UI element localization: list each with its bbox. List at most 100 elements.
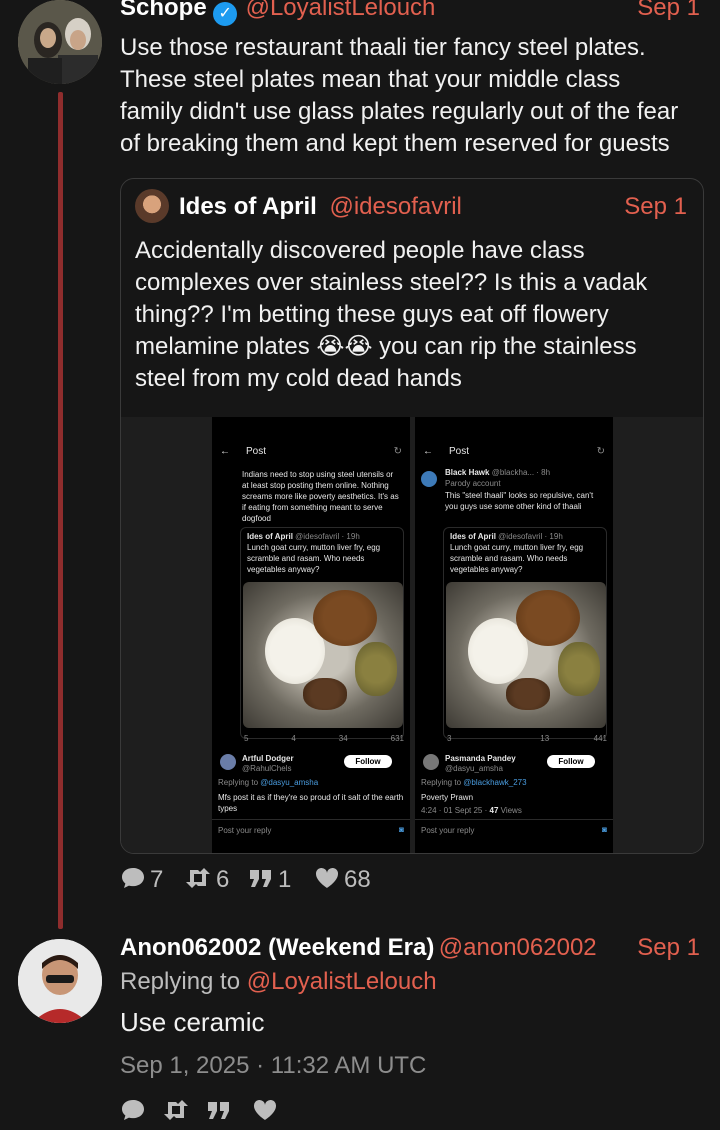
post-date[interactable]: Sep 1: [637, 0, 700, 22]
post-text-line: family didn't use glass plates regularly…: [120, 98, 679, 125]
reply-header: Anon062002 (Weekend Era) @anon062002: [120, 934, 597, 962]
screenshot-quote-handle: @idesofavril · 19h: [295, 532, 360, 541]
back-arrow-icon[interactable]: ←: [423, 446, 433, 457]
screenshot-quote-text: Lunch goat curry, mutton liver fry, egg …: [450, 543, 584, 574]
comment-button[interactable]: [120, 1098, 150, 1124]
camera-icon[interactable]: ◙: [602, 824, 607, 835]
like-count-button[interactable]: 68: [314, 866, 371, 894]
post-text-line: These steel plates mean that your middle…: [120, 66, 621, 93]
screenshot-reply-text: Mfs post it as if they're so proud of it…: [218, 793, 404, 813]
screenshot-header: Post: [449, 446, 470, 457]
quoted-post-card[interactable]: Ides of April @idesofavril Sep 1 Acciden…: [120, 178, 704, 854]
post-text: Use those restaurant thaali tier fancy s…: [120, 32, 710, 160]
back-arrow-icon[interactable]: ←: [220, 446, 230, 457]
quoted-author-handle[interactable]: @idesofavril: [329, 193, 461, 220]
screenshot-stat-views: 631: [390, 734, 404, 743]
follow-button[interactable]: Follow: [547, 755, 595, 768]
divider: [415, 819, 613, 820]
screenshot-reply-avatar: [423, 754, 439, 770]
quote-icon: [250, 870, 271, 887]
repost-button[interactable]: [162, 1098, 194, 1124]
reply-timestamp[interactable]: Sep 1, 2025 · 11:32 AM UTC: [120, 1052, 426, 1080]
screenshot-replying-to: Replying to @blackhawk_273: [421, 778, 527, 787]
screenshot-quote-author: Ides of April: [450, 532, 496, 541]
screenshot-stat-replies: 3: [447, 734, 452, 743]
quote-button[interactable]: [206, 1098, 236, 1124]
screenshot-quote-text: Lunch goat curry, mutton liver fry, egg …: [247, 543, 381, 574]
thread-line: [58, 92, 63, 929]
author-handle[interactable]: @LoyalistLelouch: [246, 0, 436, 21]
post-text-line: Use those restaurant thaali tier fancy s…: [120, 34, 646, 61]
screenshot-top-text: Indians need to stop using steel utensil…: [242, 470, 399, 523]
screenshot-stat-likes: 34: [338, 734, 348, 743]
parody-label: Parody account: [445, 479, 501, 488]
quote-icon: [208, 1102, 229, 1119]
like-button[interactable]: [252, 1098, 282, 1124]
screenshot-stats: 5 4 34 631: [244, 733, 404, 744]
heart-icon: [253, 1099, 277, 1120]
quoted-text: Accidentally discovered people have clas…: [135, 235, 695, 395]
screenshot-timestamp: 4:24 · 01 Sept 25 · 47 Views: [421, 806, 522, 815]
comment-icon: [122, 868, 144, 888]
reply-text: Use ceramic: [120, 1007, 265, 1037]
comment-icon: [122, 1100, 144, 1120]
screenshot-quote-header: Ides of April @idesofavril · 19h: [247, 531, 360, 542]
screenshot-stat-replies: 5: [244, 734, 249, 743]
screenshot-author-avatar: [421, 471, 437, 487]
screenshot-header: Post: [246, 446, 267, 457]
replying-to-handle[interactable]: @LoyalistLelouch: [247, 968, 437, 995]
reply-actions: [0, 1098, 720, 1126]
quoted-date[interactable]: Sep 1: [624, 193, 687, 221]
repost-icon: [186, 868, 210, 888]
screenshot-quote-author: Ides of April: [247, 532, 293, 541]
author-name[interactable]: Schope: [120, 0, 207, 21]
post-text-line: of breaking them and kept them reserved …: [120, 130, 670, 157]
post-header: Schope ✓ @LoyalistLelouch: [120, 0, 435, 26]
screenshot-quote: Ides of April @idesofavril · 19h Lunch g…: [443, 527, 607, 739]
screenshot-reply-box[interactable]: Post your reply: [421, 825, 474, 836]
thaali-image: [243, 582, 403, 728]
screenshot-stat-reposts: 4: [291, 734, 296, 743]
screenshot-reply-avatar: [220, 754, 236, 770]
quoted-text-line: thing?? I'm betting these guys eat off f…: [135, 301, 609, 328]
screenshot-top-text: This "steel thaali" looks so repulsive, …: [445, 491, 594, 511]
screenshot-reply-handle: @dasyu_amsha: [445, 764, 503, 773]
quoted-author-name[interactable]: Ides of April: [179, 193, 317, 220]
replying-to: Replying to @LoyalistLelouch: [120, 968, 437, 995]
screenshot-quote-header: Ides of April @idesofavril · 19h: [450, 531, 563, 542]
screenshot-stat-views: 441: [593, 734, 607, 743]
quoted-text-line: Accidentally discovered people have clas…: [135, 237, 585, 264]
screenshot-right[interactable]: ← Post ↻ Black Hawk @blackha... · 8h Par…: [415, 417, 613, 853]
screenshot-left[interactable]: ← Post ↻ Indians need to stop using stee…: [212, 417, 410, 853]
quoted-avatar[interactable]: [135, 189, 169, 223]
camera-icon[interactable]: ◙: [399, 824, 404, 835]
repost-icon: [164, 1100, 188, 1120]
refresh-icon[interactable]: ↻: [394, 446, 402, 457]
screenshot-reply-box[interactable]: Post your reply: [218, 825, 271, 836]
screenshot-stat-likes: 13: [540, 734, 550, 743]
avatar[interactable]: [18, 939, 102, 1023]
reply-count-button[interactable]: 7: [120, 866, 163, 894]
quoted-header: Ides of April @idesofavril: [179, 193, 462, 221]
quote-count-button[interactable]: 1: [248, 866, 291, 894]
repost-count-button[interactable]: 6: [184, 866, 229, 894]
post-stats: 7 6 1 68: [0, 866, 720, 898]
screenshot-quote-handle: @idesofavril · 19h: [498, 532, 563, 541]
screenshot-reply-handle: @RahulChels: [242, 764, 292, 773]
follow-button[interactable]: Follow: [344, 755, 392, 768]
quoted-text-line: steel from my cold dead hands: [135, 365, 462, 392]
reply-author-name[interactable]: Anon062002 (Weekend Era): [120, 934, 434, 961]
screenshot-replying-to: Replying to @dasyu_amsha: [218, 778, 319, 787]
verified-check-icon: ✓: [213, 2, 238, 26]
heart-icon: [315, 867, 339, 888]
screenshot-quote: Ides of April @idesofavril · 19h Lunch g…: [240, 527, 404, 739]
reply-date[interactable]: Sep 1: [637, 934, 700, 962]
quoted-text-line: complexes over stainless steel?? Is this…: [135, 269, 648, 296]
media-attachment[interactable]: ← Post ↻ Indians need to stop using stee…: [121, 417, 703, 853]
refresh-icon[interactable]: ↻: [597, 446, 605, 457]
avatar[interactable]: [18, 0, 102, 84]
divider: [212, 819, 410, 820]
reply-author-handle[interactable]: @anon062002: [439, 934, 597, 961]
screenshot-author: Black Hawk @blackha... · 8h: [445, 468, 551, 477]
quoted-text-line: melamine plates 😭😭 you can rip the stain…: [135, 333, 637, 360]
